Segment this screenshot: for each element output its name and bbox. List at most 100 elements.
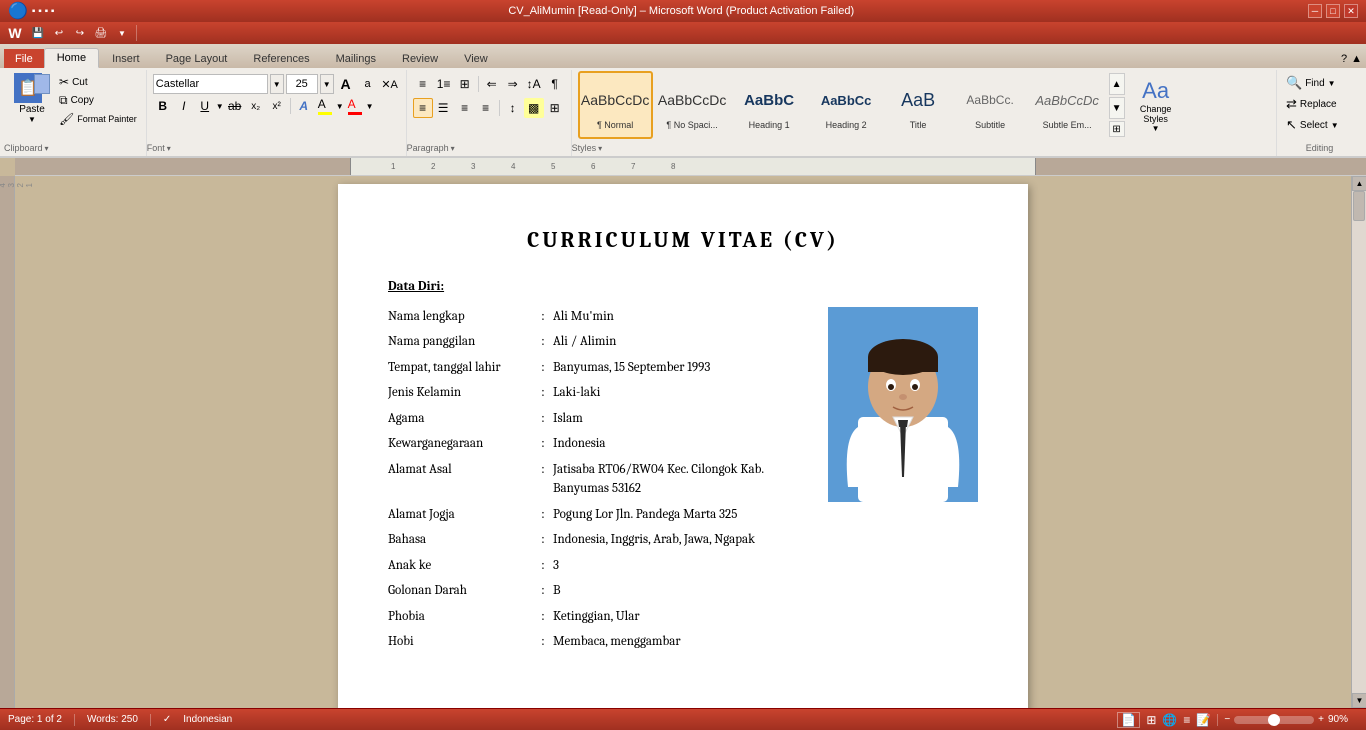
scrollbar-track[interactable] — [1352, 191, 1366, 693]
view-outline-btn[interactable]: ≡ — [1183, 713, 1190, 727]
view-fullscreen-btn[interactable]: ⊞ — [1146, 713, 1156, 727]
shading-btn[interactable]: ▩ — [524, 98, 544, 118]
minimize-btn[interactable]: ─ — [1308, 4, 1322, 18]
align-right-btn[interactable]: ≡ — [455, 98, 475, 118]
tab-view[interactable]: View — [451, 49, 501, 68]
tab-page-layout[interactable]: Page Layout — [153, 49, 241, 68]
field-row: Anak ke : 3 — [388, 556, 808, 576]
document-page: CURRICULUM VITAE (CV) Data Diri: Nama le… — [338, 184, 1028, 708]
borders-btn[interactable]: ⊞ — [545, 98, 565, 118]
zoom-level[interactable]: 90% — [1328, 714, 1358, 725]
tab-references[interactable]: References — [240, 49, 322, 68]
language[interactable]: Indonesian — [183, 714, 232, 725]
select-btn[interactable]: ↖ Select ▼ — [1283, 116, 1356, 134]
change-styles-dropdown[interactable]: ▼ — [1152, 124, 1160, 133]
copy-btn[interactable]: ⧉ Copy — [56, 92, 140, 109]
view-print-btn[interactable]: 📄 — [1117, 712, 1140, 728]
view-draft-btn[interactable]: 📝 — [1196, 713, 1211, 727]
zoom-control[interactable]: − + 90% — [1224, 714, 1358, 725]
text-effects-btn[interactable]: A — [294, 96, 314, 116]
save-btn[interactable]: 💾 — [29, 24, 47, 42]
cut-btn[interactable]: ✂ Cut — [56, 74, 140, 90]
field-label-4: Agama — [388, 409, 533, 429]
bullets-btn[interactable]: ≡ — [413, 74, 433, 94]
style-subtle-em[interactable]: AaBbCcDc Subtle Em... — [1030, 71, 1105, 139]
line-spacing-btn[interactable]: ↕ — [503, 98, 523, 118]
styles-scroll-down[interactable]: ▼ — [1109, 97, 1125, 119]
underline-btn[interactable]: U — [195, 96, 215, 116]
field-row: Golonan Darah : B — [388, 581, 808, 601]
ruler: 1 2 3 4 5 6 7 8 — [15, 158, 1366, 176]
highlight-color-btn[interactable]: A — [315, 96, 335, 116]
bold-btn[interactable]: B — [153, 96, 173, 116]
paste-btn[interactable]: 📋 Paste ▼ — [10, 70, 54, 128]
redo-btn[interactable]: ↪ — [71, 24, 89, 42]
style-heading2[interactable]: AaBbCc Heading 2 — [809, 71, 884, 139]
zoom-slider[interactable] — [1234, 716, 1314, 724]
field-sep-11: : — [533, 607, 553, 627]
styles-more[interactable]: ⊞ — [1109, 121, 1125, 137]
format-painter-btn[interactable]: 🖌 Format Painter — [56, 111, 140, 127]
scroll-up-btn[interactable]: ▲ — [1352, 176, 1366, 191]
tab-mailings[interactable]: Mailings — [323, 49, 389, 68]
tab-home[interactable]: Home — [44, 48, 99, 68]
right-scrollbar[interactable]: ▲ ▼ — [1351, 176, 1366, 708]
font-name-dropdown-icon[interactable]: ▼ — [270, 74, 284, 94]
show-para-btn[interactable]: ¶ — [545, 74, 565, 94]
document-scroll-area[interactable]: CURRICULUM VITAE (CV) Data Diri: Nama le… — [15, 176, 1351, 708]
quick-access-dropdown[interactable]: ▼ — [113, 24, 131, 42]
maximize-btn[interactable]: □ — [1326, 4, 1340, 18]
increase-indent-btn[interactable]: ⇒ — [503, 74, 523, 94]
style-title[interactable]: AaB Title — [886, 71, 951, 139]
font-grow-btn[interactable]: A — [336, 74, 356, 94]
change-styles-btn[interactable]: Aa ChangeStyles ▼ — [1127, 74, 1185, 137]
style-normal[interactable]: AaBbCcDc ¶ Normal — [578, 71, 653, 139]
window-controls[interactable]: ─ □ ✕ — [1308, 4, 1358, 18]
styles-scroll-up[interactable]: ▲ — [1109, 73, 1125, 95]
scrollbar-thumb[interactable] — [1353, 191, 1365, 221]
font-size-input[interactable] — [286, 74, 318, 94]
superscript-btn[interactable]: x² — [267, 96, 287, 116]
print-preview-btn[interactable]: 🖨 — [92, 24, 110, 42]
multilevel-btn[interactable]: ⊞ — [455, 74, 475, 94]
field-value-8: Indonesia, Inggris, Arab, Jawa, Ngapak — [553, 530, 808, 550]
italic-btn[interactable]: I — [174, 96, 194, 116]
underline-dropdown[interactable]: ▼ — [216, 102, 224, 111]
font-color-dropdown[interactable]: ▼ — [366, 102, 374, 111]
undo-btn[interactable]: ↩ — [50, 24, 68, 42]
field-sep-3: : — [533, 383, 553, 403]
justify-btn[interactable]: ≡ — [476, 98, 496, 118]
clear-format-btn[interactable]: ✕A — [380, 74, 400, 94]
tab-insert[interactable]: Insert — [99, 49, 153, 68]
strikethrough-btn[interactable]: ab — [225, 96, 245, 116]
numbering-btn[interactable]: 1≡ — [434, 74, 454, 94]
sort-btn[interactable]: ↕A — [524, 74, 544, 94]
style-heading1[interactable]: AaBbC Heading 1 — [732, 71, 807, 139]
style-no-spacing[interactable]: AaBbCcDc ¶ No Spaci... — [655, 71, 730, 139]
field-value-11: Ketinggian, Ular — [553, 607, 808, 627]
spell-check-icon[interactable]: ✓ — [163, 714, 171, 725]
heading1-label: Heading 1 — [749, 120, 790, 130]
font-shrink-btn[interactable]: a — [358, 74, 378, 94]
decrease-indent-btn[interactable]: ⇐ — [482, 74, 502, 94]
tab-file[interactable]: File — [4, 49, 44, 68]
font-name-input[interactable] — [153, 74, 268, 94]
zoom-in-btn[interactable]: + — [1318, 714, 1324, 725]
highlight-dropdown[interactable]: ▼ — [336, 102, 344, 111]
find-btn[interactable]: 🔍 Find ▼ — [1283, 74, 1356, 92]
font-color-btn[interactable]: A — [345, 96, 365, 116]
scroll-down-btn[interactable]: ▼ — [1352, 693, 1366, 708]
align-center-btn[interactable]: ☰ — [434, 98, 454, 118]
close-btn[interactable]: ✕ — [1344, 4, 1358, 18]
subscript-btn[interactable]: x₂ — [246, 96, 266, 116]
tab-review[interactable]: Review — [389, 49, 451, 68]
ribbon-minimize-btn[interactable]: ▲ — [1351, 53, 1362, 65]
replace-btn[interactable]: ⇄ Replace — [1283, 95, 1356, 113]
view-web-btn[interactable]: 🌐 — [1162, 713, 1177, 727]
zoom-out-btn[interactable]: − — [1224, 714, 1230, 725]
font-size-dropdown-icon[interactable]: ▼ — [320, 74, 334, 94]
ribbon-help-btn[interactable]: ? — [1341, 53, 1347, 65]
field-label-12: Hobi — [388, 632, 533, 652]
style-subtitle[interactable]: AaBbCc. Subtitle — [953, 71, 1028, 139]
align-left-btn[interactable]: ≡ — [413, 98, 433, 118]
